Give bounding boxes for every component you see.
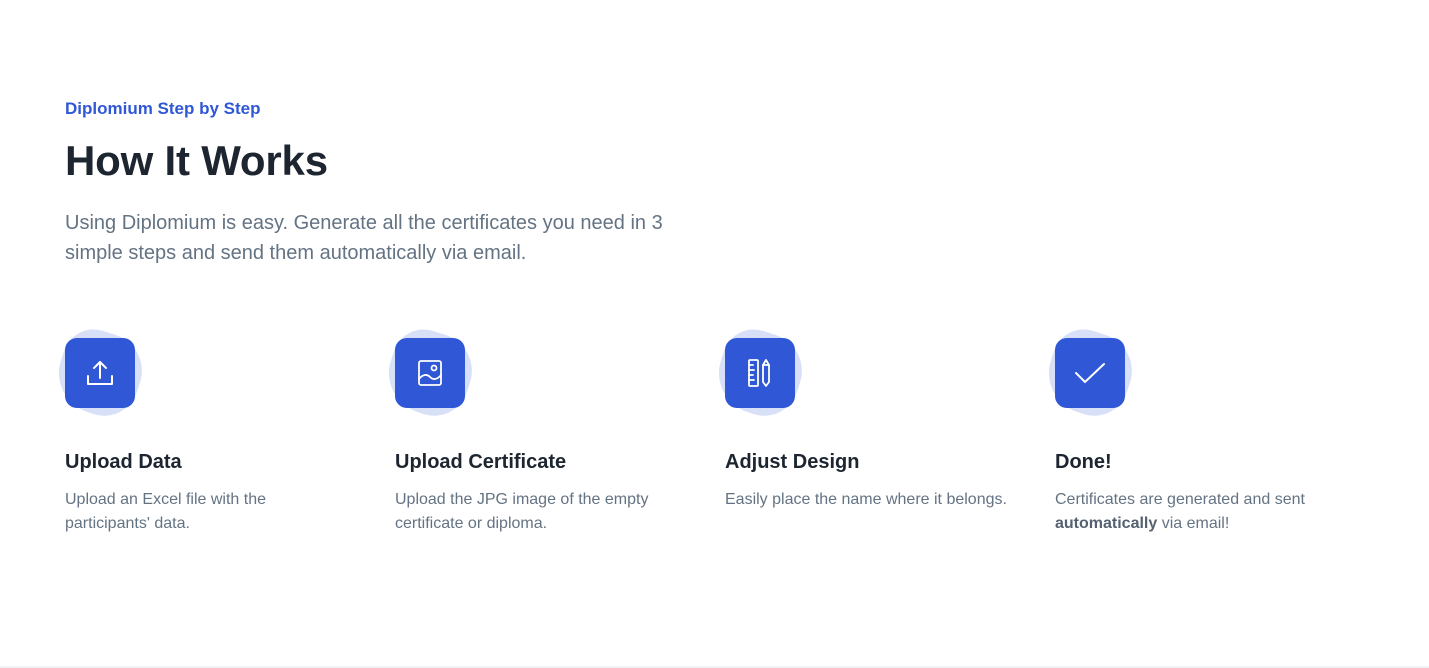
- section-eyebrow: Diplomium Step by Step: [65, 99, 261, 118]
- step-icon-wrap: [378, 321, 482, 425]
- step-upload-certificate: Upload Certificate Upload the JPG image …: [378, 321, 695, 536]
- step-upload-data: Upload Data Upload an Excel file with th…: [48, 321, 365, 536]
- step-adjust-design: Adjust Design Easily place the name wher…: [708, 321, 1025, 512]
- step-description: Upload the JPG image of the empty certif…: [395, 491, 649, 532]
- step-description: Upload an Excel file with the participan…: [65, 491, 266, 532]
- step-title: Upload Data: [65, 451, 182, 473]
- step-description-end: via email!: [1157, 515, 1230, 532]
- step-icon-wrap: [1038, 321, 1142, 425]
- how-it-works-section: Diplomium Step by Step How It Works Usin…: [48, 98, 1385, 532]
- step-title: Adjust Design: [725, 451, 860, 473]
- step-title: Done!: [1055, 451, 1112, 473]
- image-icon: [395, 338, 465, 408]
- ruler-pencil-icon: [725, 338, 795, 408]
- step-description-emphasis: automatically: [1055, 515, 1158, 532]
- steps-list: Upload Data Upload an Excel file with th…: [48, 321, 1385, 558]
- step-icon-wrap: [48, 321, 152, 425]
- check-icon: [1055, 338, 1125, 408]
- step-title: Upload Certificate: [395, 451, 567, 473]
- step-description: Certificates are generated and sent auto…: [1055, 488, 1345, 536]
- section-lead: Using Diplomium is easy. Generate all th…: [65, 212, 663, 264]
- step-description-start: Certificates are generated and sent: [1055, 491, 1305, 508]
- how-it-works-page: Diplomium Step by Step How It Works Usin…: [0, 0, 1429, 668]
- upload-icon: [65, 338, 135, 408]
- step-done: Done! Certificates are generated and sen…: [1038, 321, 1355, 536]
- step-icon-wrap: [708, 321, 812, 425]
- section-title: How It Works: [65, 137, 328, 184]
- step-description: Easily place the name where it belongs.: [725, 491, 1007, 508]
